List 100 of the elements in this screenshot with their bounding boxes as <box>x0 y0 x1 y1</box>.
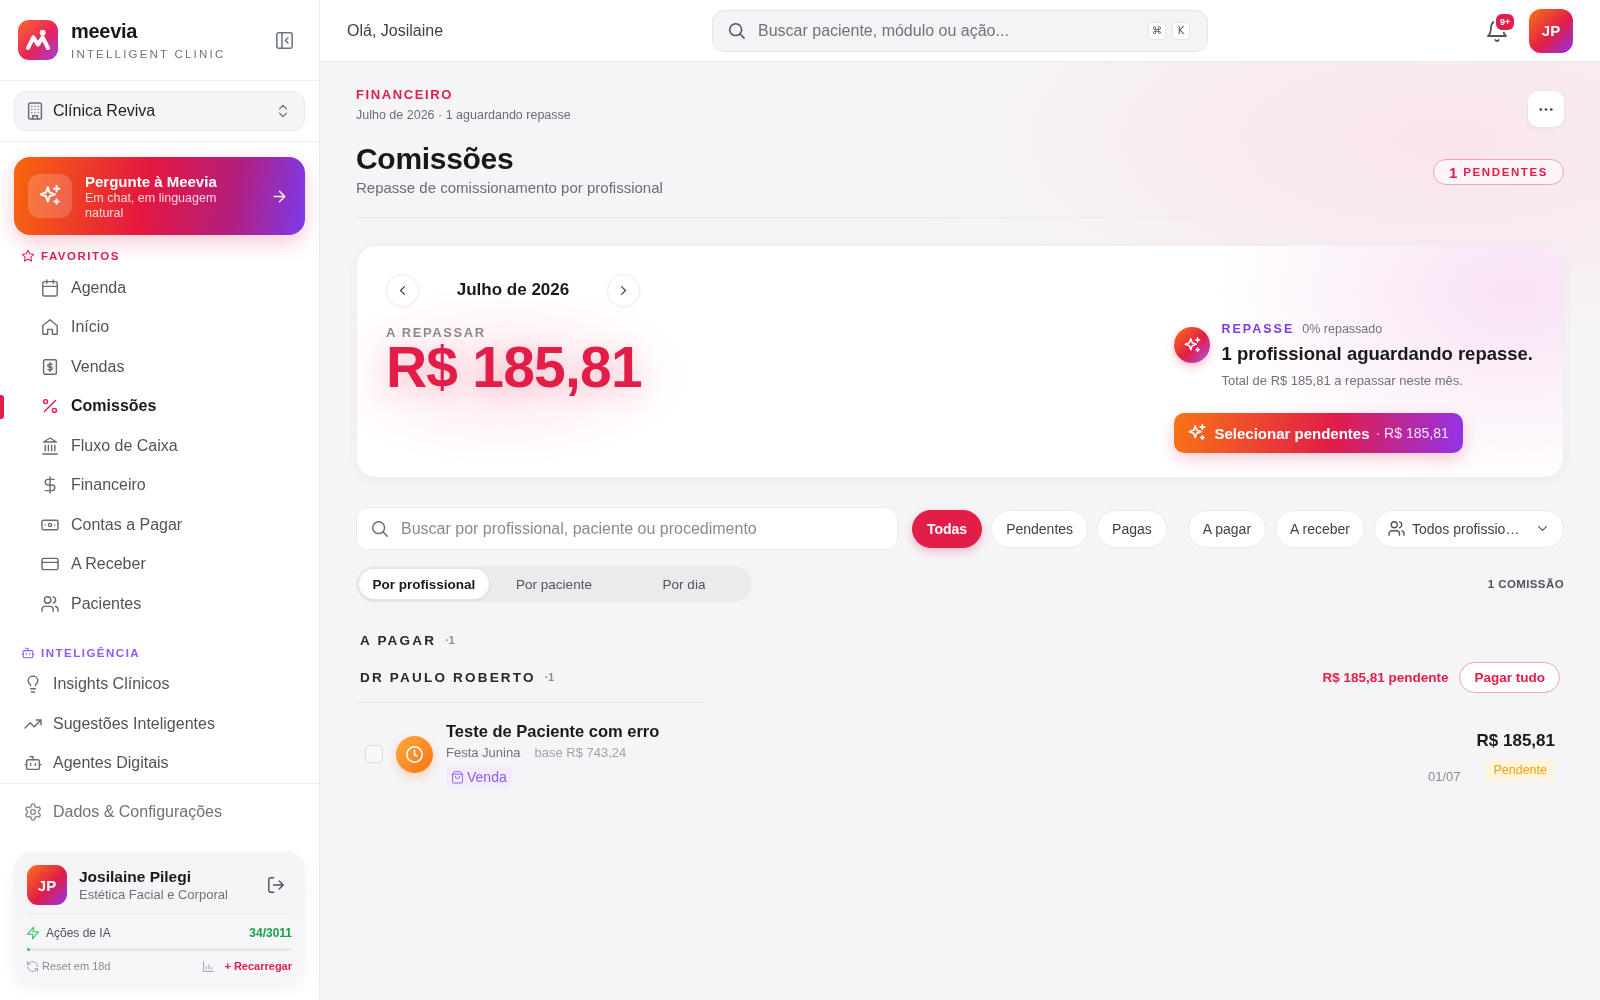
insight-tag: REPASSE <box>1221 322 1295 336</box>
checkbox[interactable] <box>365 745 383 763</box>
brand-tagline: INTELLIGENT CLINIC <box>71 46 226 61</box>
section-title: INTELIGÊNCIA <box>41 646 141 659</box>
logo-icon <box>18 20 58 60</box>
nav-item[interactable]: Vendas <box>42 357 125 376</box>
view-tab[interactable]: Por paciente <box>489 569 619 599</box>
view-tab[interactable]: Por dia <box>619 569 749 599</box>
commission-count: 1 COMISSÃO <box>1487 578 1564 590</box>
refresh-icon <box>27 960 38 972</box>
lightbulb-icon <box>25 676 41 693</box>
people-icon <box>42 595 58 612</box>
patient-name: Teste de Paciente com erro <box>446 721 660 742</box>
nav-item[interactable]: Agentes Digitais <box>25 754 169 773</box>
search-field[interactable]: Buscar por profissional, paciente ou procedimento <box>356 507 898 550</box>
base-amount: base R$ 743,24 <box>534 744 627 762</box>
sparkle-icon <box>28 174 72 218</box>
pending-total: R$ 185,81 pendente <box>1322 669 1449 685</box>
nav-item[interactable]: Pacientes <box>42 594 142 613</box>
tag-label: Venda <box>467 769 507 785</box>
brand-name: meevia <box>71 19 138 42</box>
sparkle-icon <box>1174 327 1211 363</box>
entry-amount: R$ 185,81 <box>1476 730 1555 752</box>
search-icon <box>728 22 745 39</box>
filter-chip[interactable]: Pendentes <box>991 509 1089 548</box>
nav-item[interactable]: Início <box>42 318 110 337</box>
context-text: Julho de 2026 · 1 aguardando repasse <box>356 107 571 123</box>
count-text: ·1 <box>544 671 555 683</box>
next-month-button[interactable] <box>607 273 640 307</box>
active-indicator <box>0 394 4 419</box>
filter-chip[interactable]: Pagas <box>1097 509 1167 548</box>
reset-label: Reset em 18d <box>42 960 111 972</box>
professional-name: DR PAULO ROBERTO <box>360 669 536 685</box>
recharge-link[interactable]: + Recarregar <box>224 960 292 972</box>
filter-chip[interactable]: Todas <box>911 509 983 548</box>
percent-icon <box>42 398 58 415</box>
count-text: ·1 <box>445 634 455 646</box>
select-pending-button[interactable]: Selecionar pendentes · R$ 185,81 <box>1174 413 1463 453</box>
dollar-sign-icon <box>42 477 58 494</box>
page-subtitle: Repasse de comissionamento por profissional <box>356 178 663 198</box>
people-icon <box>1389 521 1404 536</box>
bank-icon <box>42 437 58 454</box>
clinic-selector[interactable]: Clínica Reviva <box>14 91 305 131</box>
filter-chip[interactable]: A receber <box>1275 509 1365 548</box>
user-avatar: JP <box>27 865 67 905</box>
amount-value: R$ 185,81 <box>386 339 642 395</box>
pay-all-button[interactable]: Pagar tudo <box>1459 661 1560 693</box>
dollar-receipt-icon <box>42 358 58 375</box>
section-title: FAVORITOS <box>41 250 120 262</box>
ask-assistant-button[interactable]: Pergunte à Meevia Em chat, em linguagem natural <box>14 157 305 235</box>
user-name: Josilaine Pilegi <box>79 867 191 886</box>
banknote-icon <box>42 516 58 533</box>
nav-item[interactable]: Dados & Configurações <box>25 802 222 821</box>
nav-item[interactable]: A Receber <box>42 555 146 574</box>
clock-icon <box>396 735 433 773</box>
previous-month-button[interactable] <box>386 273 419 307</box>
ai-actions-count: 34/3011 <box>249 926 292 940</box>
nav-item[interactable]: Contas a Pagar <box>42 515 183 534</box>
star-icon <box>22 250 34 262</box>
status-badge: Pendente <box>1485 759 1555 781</box>
page-title: Comissões <box>356 141 514 177</box>
section-eyebrow: FINANCEIRO <box>356 87 453 103</box>
house-icon <box>42 319 58 336</box>
building-icon <box>27 103 43 119</box>
bar-chart-icon[interactable] <box>203 960 215 972</box>
lightning-icon <box>27 927 39 939</box>
nav-item[interactable]: Sugestões Inteligentes <box>25 714 215 733</box>
credit-card-icon <box>42 556 58 573</box>
filter-chip[interactable]: A pagar <box>1187 509 1267 548</box>
view-tab[interactable]: Por profissional <box>359 569 489 599</box>
user-avatar[interactable]: JP <box>1529 8 1573 53</box>
more-icon <box>1539 107 1553 111</box>
more-button[interactable] <box>1528 91 1564 127</box>
calendar-icon <box>42 279 58 296</box>
user-role: Estética Facial e Corporal <box>79 886 228 903</box>
group-title: A PAGAR <box>360 632 437 648</box>
settings-icon <box>25 803 41 820</box>
nav-item[interactable]: Financeiro <box>42 476 146 495</box>
nav-item[interactable]: Agenda <box>42 278 127 297</box>
logout-icon[interactable] <box>268 877 284 893</box>
search-icon <box>371 520 388 537</box>
sparkle-icon <box>1188 424 1207 442</box>
ai-actions-label: Ações de IA <box>46 926 111 940</box>
nav-item[interactable]: Comissões <box>42 397 157 416</box>
professional-dropdown[interactable]: Todos profissio… <box>1374 509 1564 548</box>
sidebar-collapse-icon[interactable] <box>276 31 293 49</box>
insight-detail: Total de R$ 185,81 a repassar neste mês. <box>1221 372 1463 390</box>
insight-headline: 1 profissional aguardando repasse. <box>1221 342 1533 366</box>
bag-icon <box>452 771 463 783</box>
amount-label: A REPASSAR <box>386 325 486 341</box>
period-label: Julho de 2026 <box>455 280 571 300</box>
notification-badge: 9+ <box>1494 11 1517 32</box>
arrow-right-icon <box>272 188 287 204</box>
nav-item[interactable]: Insights Clínicos <box>25 675 170 694</box>
pending-badge: 1 PENDENTES <box>1432 159 1564 185</box>
greeting-text: Olá, Josilaine <box>347 21 444 40</box>
progress-text: 0% repassado <box>1302 322 1383 336</box>
robot-icon <box>22 646 34 659</box>
nav-item[interactable]: Fluxo de Caixa <box>42 436 178 455</box>
robot-icon <box>25 755 41 772</box>
